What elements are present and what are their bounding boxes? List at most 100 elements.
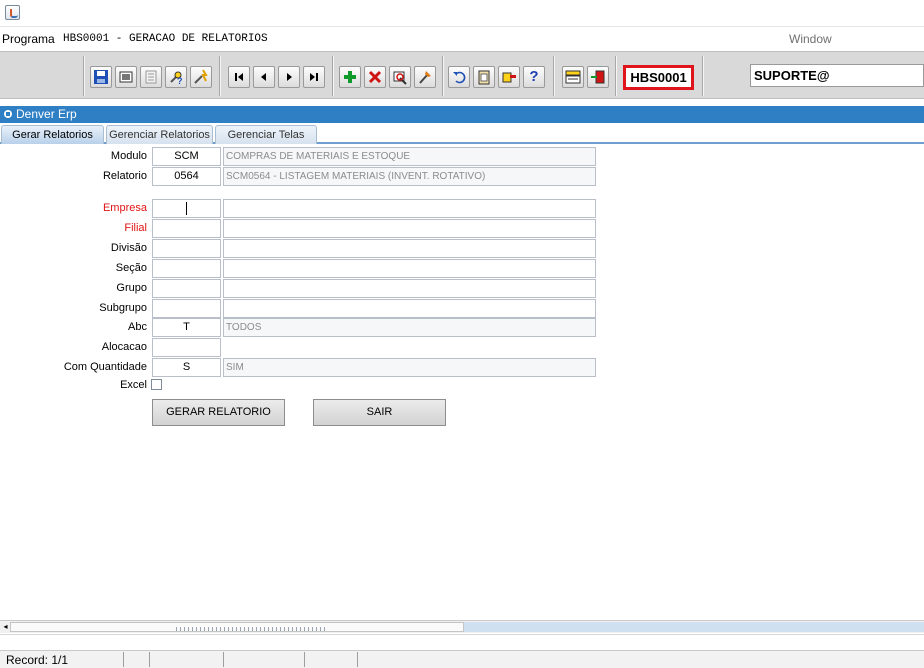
exit-icon	[591, 70, 605, 84]
message-bar	[0, 634, 924, 649]
filial-code-field[interactable]	[152, 219, 221, 238]
next-record-icon	[287, 73, 292, 81]
empresa-label: Empresa	[102, 202, 147, 214]
divisao-desc-field	[223, 239, 596, 258]
secao-code-field[interactable]	[152, 259, 221, 278]
record-indicator: Record: 1/1	[6, 653, 69, 667]
toolbar-separator	[553, 56, 555, 96]
relatorio-code-field[interactable]: 0564	[152, 167, 221, 186]
excel-checkbox[interactable]	[151, 379, 162, 390]
sair-button[interactable]: SAIR	[313, 399, 446, 426]
divisao-label: Divisão	[110, 242, 147, 254]
modulo-label: Modulo	[110, 150, 147, 162]
insert-record-button[interactable]	[339, 66, 361, 88]
toolbar-separator	[615, 56, 617, 96]
tab-gerenciar-telas[interactable]: Gerenciar Telas	[215, 125, 317, 144]
commit-button[interactable]	[389, 66, 411, 88]
empresa-desc-field	[223, 199, 596, 218]
previous-record-icon	[261, 73, 266, 81]
first-record-button[interactable]	[228, 66, 250, 88]
secao-desc-field	[223, 259, 596, 278]
exit-button[interactable]	[587, 66, 609, 88]
title-bar	[0, 0, 924, 27]
horizontal-scrollbar[interactable]: ◂	[0, 620, 924, 633]
hand-pointer-icon	[502, 72, 516, 83]
text-cursor	[186, 202, 187, 215]
modulo-desc-field: COMPRAS DE MATERIAIS E ESTOQUE	[223, 147, 596, 166]
last-record-icon	[310, 73, 318, 81]
com-quantidade-label: Com Quantidade	[63, 361, 147, 373]
last-record-button[interactable]	[303, 66, 325, 88]
next-record-button[interactable]	[278, 66, 300, 88]
scroll-left-arrow-icon[interactable]: ◂	[1, 622, 10, 632]
query-button[interactable]: ?	[165, 66, 187, 88]
subgrupo-desc-field	[223, 299, 596, 318]
divisao-code-field[interactable]	[152, 239, 221, 258]
toolbar-separator	[332, 56, 334, 96]
delete-record-button[interactable]	[364, 66, 386, 88]
save-button[interactable]	[90, 66, 112, 88]
grupo-label: Grupo	[116, 282, 147, 294]
execute-query-button[interactable]	[190, 66, 212, 88]
clear-button[interactable]	[414, 66, 436, 88]
window-icon	[119, 71, 133, 83]
menu-window[interactable]: Window	[789, 32, 832, 46]
abc-code-field[interactable]: T	[152, 318, 221, 337]
abc-desc-field: TODOS	[223, 318, 596, 337]
tab-strip: Gerar Relatorios Gerenciar Relatorios Ge…	[0, 123, 924, 144]
window-title: Denver Erp	[16, 107, 77, 121]
delete-record-icon	[368, 70, 382, 84]
clipboard-button[interactable]	[473, 66, 495, 88]
java-app-icon	[4, 110, 12, 118]
tab-gerar-relatorios[interactable]: Gerar Relatorios	[1, 125, 104, 144]
menu-bar: Programa HBS0001 - GERACAO DE RELATORIOS…	[0, 28, 924, 50]
window-button[interactable]	[115, 66, 137, 88]
alocacao-label: Alocacao	[101, 341, 147, 353]
insert-record-icon	[344, 71, 356, 83]
hand-pointer-button[interactable]	[498, 66, 520, 88]
previous-record-button[interactable]	[253, 66, 275, 88]
toolbar-separator	[442, 56, 444, 96]
toolbar-separator	[219, 56, 221, 96]
relatorio-label: Relatorio	[102, 170, 147, 182]
grupo-desc-field	[223, 279, 596, 298]
modulo-code-field[interactable]: SCM	[152, 147, 221, 166]
grupo-code-field[interactable]	[152, 279, 221, 298]
save-icon	[94, 70, 108, 84]
program-code-box: HBS0001	[623, 65, 694, 90]
commit-icon	[393, 71, 407, 85]
query-icon: ?	[170, 71, 183, 85]
filial-desc-field	[223, 219, 596, 238]
undo-button[interactable]	[448, 66, 470, 88]
subgrupo-code-field[interactable]	[152, 299, 221, 318]
print-button[interactable]	[140, 66, 162, 88]
scrollbar-thumb[interactable]	[10, 622, 464, 632]
menu-button[interactable]	[562, 66, 584, 88]
status-bar: Record: 1/1	[0, 650, 924, 668]
print-icon	[145, 70, 157, 84]
tab-gerenciar-relatorios[interactable]: Gerenciar Relatorios	[106, 125, 213, 144]
menu-icon	[565, 70, 581, 84]
toolbar-separator	[702, 56, 704, 96]
abc-label: Abc	[128, 321, 147, 333]
status-separator	[123, 652, 124, 667]
toolbar-separator	[83, 56, 85, 96]
java-app-icon	[5, 5, 20, 20]
relatorio-desc-field: SCM0564 - LISTAGEM MATERIAIS (INVENT. RO…	[223, 167, 596, 186]
status-separator	[223, 652, 224, 667]
first-record-icon	[235, 73, 243, 81]
excel-label: Excel	[120, 379, 147, 391]
gerar-relatorio-button[interactable]: GERAR RELATORIO	[152, 399, 285, 426]
alocacao-code-field[interactable]	[152, 338, 221, 357]
com-quantidade-code-field[interactable]: S	[152, 358, 221, 377]
scrollbar-track[interactable]	[464, 622, 924, 632]
program-title: HBS0001 - GERACAO DE RELATORIOS	[63, 33, 268, 45]
subgrupo-label: Subgrupo	[99, 302, 147, 314]
menu-programa[interactable]: Programa	[2, 32, 55, 46]
filial-label: Filial	[124, 222, 147, 234]
execute-query-icon	[194, 69, 208, 84]
status-separator	[304, 652, 305, 667]
help-button[interactable]: ?	[523, 66, 545, 88]
scrollbar-grip	[176, 627, 326, 631]
undo-icon	[453, 71, 466, 84]
